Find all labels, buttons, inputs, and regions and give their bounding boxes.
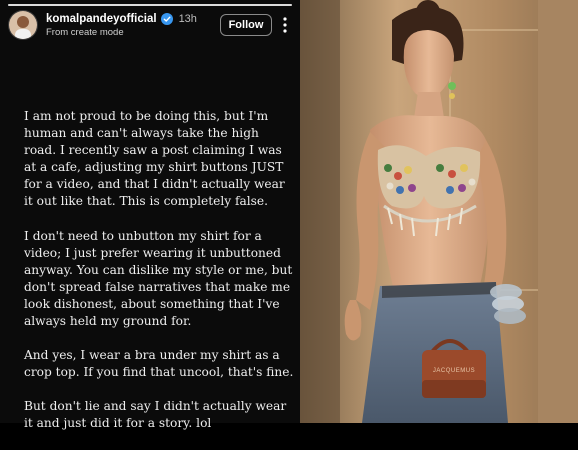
story-paragraph-3: And yes, I wear a bra under my shirt as … bbox=[24, 348, 294, 380]
story-panel[interactable]: komalpandeyofficial 13h From create mode… bbox=[0, 0, 300, 430]
screenshot: komalpandeyofficial 13h From create mode… bbox=[0, 0, 578, 430]
more-vertical-icon[interactable] bbox=[278, 15, 292, 35]
photo-wall-shadow bbox=[300, 0, 340, 423]
story-progress-bar bbox=[8, 4, 292, 6]
photo-panel: JACQUEMUS bbox=[300, 0, 578, 423]
photo-bag-label: JACQUEMUS bbox=[433, 368, 475, 374]
avatar-image bbox=[9, 11, 37, 39]
time-ago: 13h bbox=[178, 12, 197, 25]
photo-earring-left bbox=[448, 82, 456, 90]
story-paragraph-1: I am not proud to be doing this, but I'm… bbox=[24, 109, 285, 209]
photo-neck bbox=[414, 92, 444, 118]
photo-door-right bbox=[538, 0, 578, 423]
username[interactable]: komalpandeyofficial bbox=[46, 12, 157, 26]
photo-illustration: JACQUEMUS bbox=[300, 0, 578, 423]
story-paragraph-4: But don't lie and say I didn't actually … bbox=[24, 399, 287, 431]
story-header: komalpandeyofficial 13h From create mode… bbox=[8, 10, 292, 40]
story-progress-fill bbox=[8, 4, 292, 6]
create-mode-label: From create mode bbox=[46, 26, 124, 38]
photo-bangles bbox=[490, 284, 526, 324]
user-line: komalpandeyofficial 13h bbox=[46, 12, 214, 26]
user-meta: komalpandeyofficial 13h From create mode bbox=[46, 12, 214, 39]
photo-hair-bun bbox=[416, 0, 440, 24]
photo-earring-drop bbox=[449, 93, 455, 99]
photo-bead-top bbox=[377, 145, 481, 209]
verified-badge-icon bbox=[160, 12, 173, 25]
follow-button[interactable]: Follow bbox=[220, 14, 272, 36]
avatar[interactable] bbox=[8, 10, 38, 40]
story-text: I am not proud to be doing this, but I'm… bbox=[24, 108, 294, 450]
story-paragraph-2: I don't need to unbutton my shirt for a … bbox=[24, 228, 293, 329]
photo-bag-shade bbox=[422, 380, 486, 398]
